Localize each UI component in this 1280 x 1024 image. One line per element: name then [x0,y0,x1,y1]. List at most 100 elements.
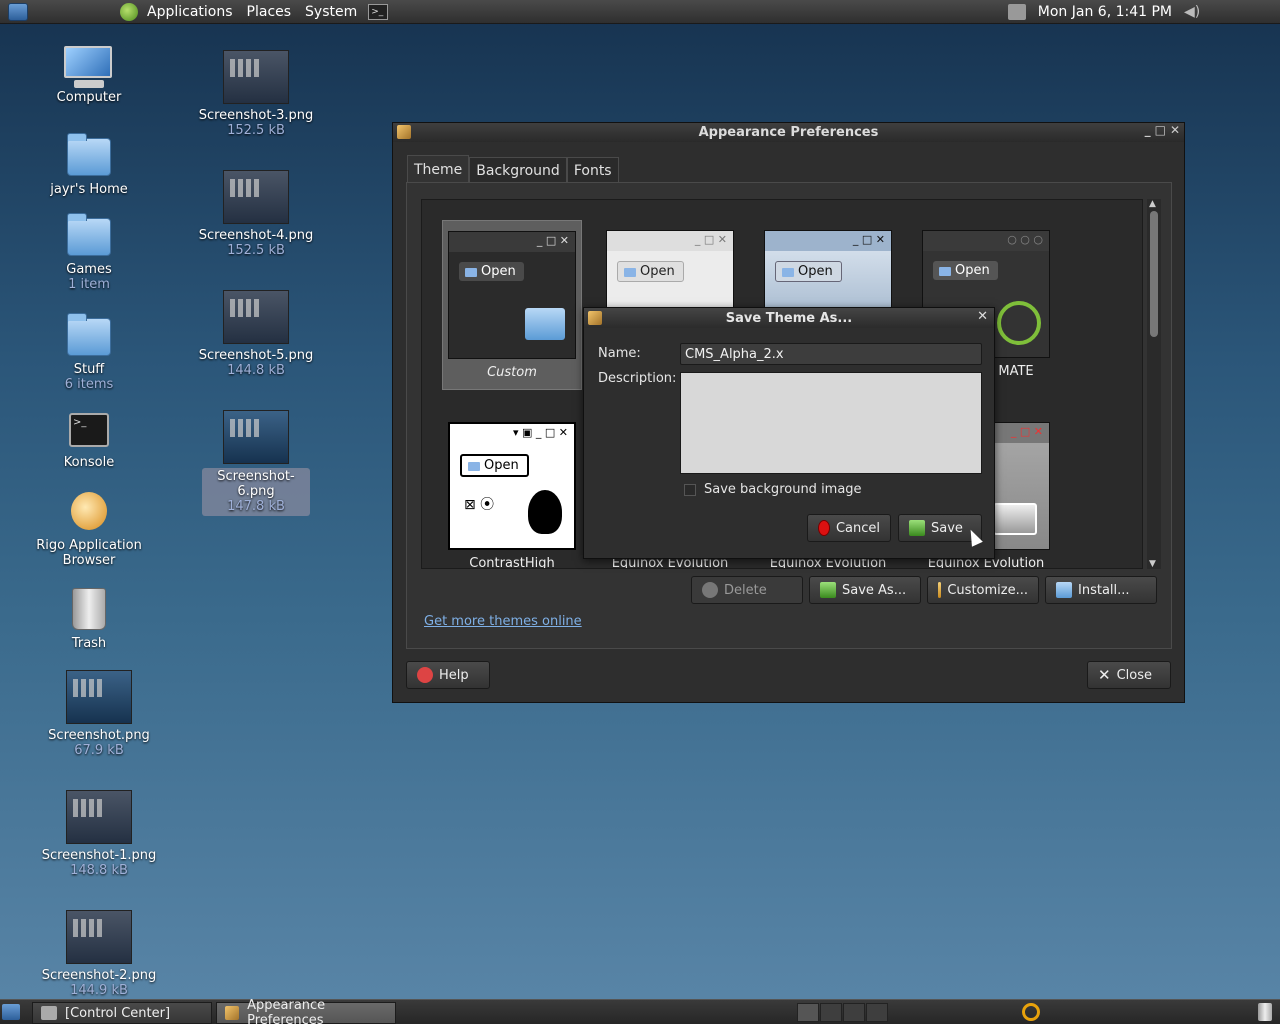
description-textarea[interactable] [680,372,982,474]
workspace-2[interactable] [820,1003,842,1022]
name-label: Name: [598,346,641,361]
help-button[interactable]: Help [406,661,490,689]
desktop-icon-screenshot-4[interactable]: Screenshot-4.png 152.5 kB [196,170,316,259]
stop-icon [818,520,830,536]
tab-fonts[interactable]: Fonts [566,157,619,183]
desktop-icon-screenshot-5[interactable]: Screenshot-5.png 144.8 kB [196,290,316,379]
install-button[interactable]: Install... [1045,576,1157,604]
folder-icon [1056,582,1072,598]
home-folder-icon [67,133,111,176]
tab-background[interactable]: Background [469,157,567,183]
save-icon [909,520,925,536]
panel-tray: Mon Jan 6, 1:41 PM ◀) [1000,0,1280,24]
save-icon [820,582,836,598]
desktop-icon-konsole[interactable]: >_ Konsole [29,413,149,470]
network-icon[interactable] [1007,4,1026,20]
image-thumbnail [223,170,289,224]
workspace-3[interactable] [843,1003,865,1022]
desktop-icon-screenshot-3[interactable]: Screenshot-3.png 152.5 kB [196,50,316,139]
desktop-icon-rigo[interactable]: Rigo Application Browser [29,492,149,568]
desktop-icon-home[interactable]: jayr's Home [29,133,149,197]
window-titlebar[interactable]: Appearance Preferences _ □ ✕ [393,123,1184,142]
search-icon[interactable] [1022,1003,1040,1021]
top-panel: Applications Places System >_ Mon Jan 6,… [0,0,1280,24]
checkbox-label: Save background image [704,482,862,497]
description-label: Description: [598,371,677,386]
folder-icon [67,313,111,356]
image-thumbnail [66,910,132,964]
minimize-icon[interactable]: _ [1145,123,1151,137]
theme-preview: ▾ ▣ _ □ ✕ Open ⊠ ⦿ [448,422,576,550]
theme-name: ContrastHigh [469,556,555,569]
theme-name: Custom [487,365,537,380]
theme-name-input[interactable] [680,343,982,365]
appearance-app-icon [397,125,411,139]
task-control-center[interactable]: [Control Center] [32,1002,212,1024]
mate-logo-icon [120,2,138,21]
customize-button[interactable]: Customize... [927,576,1039,604]
control-center-icon [41,1006,57,1020]
menu-places[interactable]: Places [240,4,299,20]
close-icon[interactable]: ✕ [977,309,988,324]
help-icon [417,667,433,683]
close-icon[interactable]: ✕ [1170,123,1180,137]
cancel-button[interactable]: Cancel [807,514,891,542]
save-background-checkbox-row[interactable]: Save background image [684,482,862,497]
workspace-1[interactable] [797,1003,819,1022]
computer-icon [64,46,114,90]
workspace-4[interactable] [866,1003,888,1022]
edit-icon [938,582,942,598]
appearance-app-icon [225,1006,240,1020]
task-appearance-preferences[interactable]: Appearance Preferences [216,998,396,1024]
theme-item-custom[interactable]: _ □ ✕ Open Custom [442,220,582,390]
desktop-icon-trash[interactable]: Trash [29,588,149,651]
image-thumbnail [66,670,132,724]
image-thumbnail [223,290,289,344]
image-thumbnail [223,50,289,104]
theme-list-scrollbar[interactable]: ▲ ▼ [1147,199,1161,569]
dialog-titlebar[interactable]: Save Theme As... ✕ [584,308,994,328]
desktop-icon-games[interactable]: Games 1 item [29,213,149,293]
rigo-icon [71,492,107,530]
konsole-icon: >_ [69,413,109,447]
theme-item-contrasthigh[interactable]: ▾ ▣ _ □ ✕ Open ⊠ ⦿ ContrastHigh [442,412,582,569]
show-desktop-icon[interactable] [8,2,28,21]
window-title: Appearance Preferences [698,125,879,140]
trash-icon[interactable] [1258,1003,1272,1021]
appearance-app-icon [588,311,602,325]
save-theme-dialog: Save Theme As... ✕ Name: Description: Sa… [583,307,995,559]
bottom-panel: [Control Center] Appearance Preferences [0,998,1280,1024]
desktop-icon-screenshot[interactable]: Screenshot.png 67.9 kB [39,670,159,759]
show-desktop-icon[interactable] [2,1004,20,1020]
image-thumbnail [223,410,289,464]
folder-icon [67,213,111,256]
desktop-icon-screenshot-2[interactable]: Screenshot-2.png 144.9 kB [39,910,159,999]
scrollbar-thumb[interactable] [1150,211,1158,337]
dialog-title: Save Theme As... [725,310,853,326]
save-as-button[interactable]: Save As... [809,576,921,604]
trash-icon [72,588,106,630]
scroll-down-icon[interactable]: ▼ [1149,559,1156,569]
get-more-themes-link[interactable]: Get more themes online [424,614,582,629]
menu-applications[interactable]: Applications [140,4,240,20]
image-thumbnail [66,790,132,844]
save-background-checkbox[interactable] [684,483,696,496]
scroll-up-icon[interactable]: ▲ [1149,199,1156,209]
desktop-icon-computer[interactable]: Computer [29,46,149,105]
volume-icon[interactable]: ◀) [1184,4,1206,20]
menu-system[interactable]: System [298,4,364,20]
tab-bar: Theme Background Fonts [407,155,619,183]
delete-icon [702,582,718,598]
delete-button[interactable]: Delete [691,576,803,604]
terminal-launcher-icon[interactable]: >_ [368,3,389,20]
desktop-icon-stuff[interactable]: Stuff 6 items [29,313,149,393]
desktop-icon-screenshot-6[interactable]: Screenshot-6.png 147.8 kB [196,410,316,516]
desktop-icon-screenshot-1[interactable]: Screenshot-1.png 148.8 kB [39,790,159,879]
tab-theme[interactable]: Theme [407,155,470,183]
theme-preview: _ □ ✕ Open [448,231,576,359]
main-menu: Applications Places System [140,0,364,24]
close-button[interactable]: ✕ Close [1087,661,1171,689]
maximize-icon[interactable]: □ [1155,123,1166,137]
clock[interactable]: Mon Jan 6, 1:41 PM [1038,4,1172,20]
close-x-icon: ✕ [1098,666,1111,684]
